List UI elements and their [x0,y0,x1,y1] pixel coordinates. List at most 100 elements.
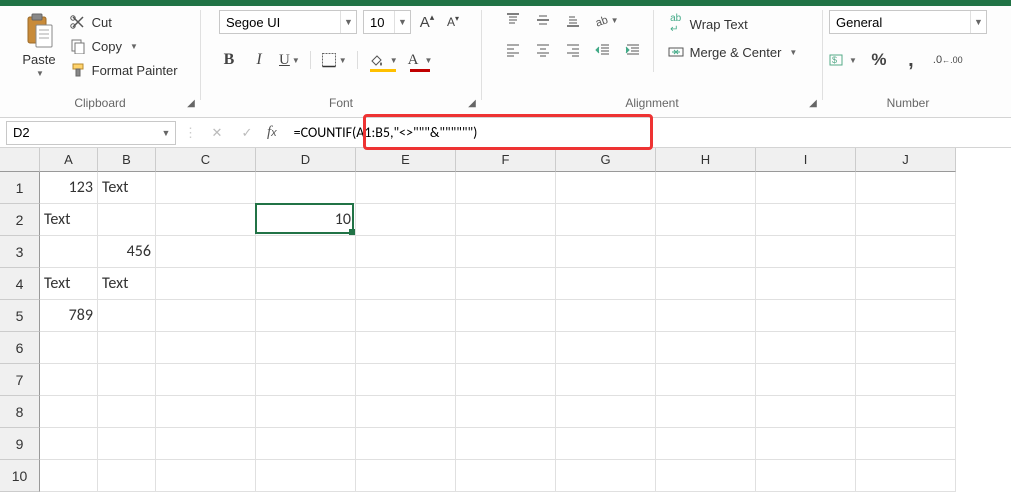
cell[interactable] [656,332,756,364]
cell[interactable] [756,428,856,460]
number-format-combo[interactable]: ▼ [829,10,987,34]
font-color-button[interactable]: A ▼ [408,50,433,70]
cell[interactable] [98,300,156,332]
cell[interactable] [456,204,556,236]
row-header[interactable]: 8 [0,396,40,428]
cell[interactable]: Text [98,172,156,204]
cell[interactable] [556,204,656,236]
cell[interactable] [456,300,556,332]
column-header[interactable]: D [256,148,356,172]
orientation-button[interactable]: ab▼ [593,10,619,30]
dialog-launcher-clipboard[interactable]: ◢ [184,96,198,110]
cell[interactable] [98,204,156,236]
cell[interactable] [656,428,756,460]
cell[interactable] [456,428,556,460]
wrap-text-button[interactable]: ab↵ Wrap Text [664,14,802,34]
cell[interactable] [456,268,556,300]
column-header[interactable]: J [856,148,956,172]
name-box-input[interactable] [7,125,157,140]
cell[interactable] [856,332,956,364]
cell[interactable] [656,172,756,204]
font-name-input[interactable] [220,11,340,33]
dialog-launcher-font[interactable]: ◢ [465,96,479,110]
cell[interactable]: Text [98,268,156,300]
dialog-launcher-alignment[interactable]: ◢ [806,96,820,110]
cell[interactable] [40,428,98,460]
chevron-down-icon[interactable]: ▼ [340,11,356,33]
cell[interactable] [456,236,556,268]
cell[interactable] [856,364,956,396]
align-top-button[interactable] [503,10,523,30]
cell[interactable] [156,236,256,268]
cell[interactable] [156,460,256,492]
cell[interactable] [156,332,256,364]
cell[interactable] [856,460,956,492]
cell[interactable] [756,332,856,364]
cell[interactable] [356,396,456,428]
increase-decimal-button[interactable]: .0←.00 [933,50,963,70]
cell[interactable] [456,396,556,428]
cell[interactable] [556,396,656,428]
cell[interactable] [156,396,256,428]
fill-color-button[interactable]: ▼ [368,50,398,70]
chevron-down-icon[interactable]: ▼ [157,128,175,138]
cell[interactable] [856,428,956,460]
cell[interactable] [40,364,98,396]
column-header[interactable]: B [98,148,156,172]
decrease-indent-button[interactable] [593,40,613,60]
align-center-button[interactable] [533,40,553,60]
cell[interactable]: 123 [40,172,98,204]
row-header[interactable]: 1 [0,172,40,204]
align-right-button[interactable] [563,40,583,60]
column-header[interactable]: C [156,148,256,172]
cell[interactable] [256,268,356,300]
cell[interactable] [856,396,956,428]
align-left-button[interactable] [503,40,523,60]
cell[interactable] [98,332,156,364]
cell[interactable] [656,300,756,332]
cell[interactable]: 456 [98,236,156,268]
cell[interactable] [756,204,856,236]
cell[interactable] [756,172,856,204]
cell[interactable] [456,460,556,492]
cell[interactable]: Text [40,204,98,236]
cut-button[interactable]: Cut [66,12,182,32]
cell[interactable] [656,204,756,236]
row-header[interactable]: 6 [0,332,40,364]
cell[interactable] [356,300,456,332]
cell[interactable] [756,364,856,396]
merge-center-button[interactable]: Merge & Center ▼ [664,42,802,62]
cell[interactable] [98,428,156,460]
row-header[interactable]: 9 [0,428,40,460]
increase-font-button[interactable]: A▴ [417,12,437,32]
cell[interactable] [356,236,456,268]
font-size-combo[interactable]: ▼ [363,10,411,34]
cell[interactable] [756,268,856,300]
comma-button[interactable]: , [901,50,921,70]
cell[interactable] [256,460,356,492]
chevron-down-icon[interactable]: ▼ [970,11,986,33]
number-format-input[interactable] [830,11,970,33]
cell[interactable] [356,364,456,396]
cell[interactable] [156,428,256,460]
cell[interactable] [556,268,656,300]
select-all-corner[interactable] [0,148,40,172]
cell[interactable] [256,172,356,204]
cell[interactable] [256,236,356,268]
cell[interactable] [356,460,456,492]
cell[interactable] [40,236,98,268]
format-painter-button[interactable]: Format Painter [66,60,182,80]
row-header[interactable]: 5 [0,300,40,332]
cell[interactable] [356,172,456,204]
cell[interactable]: 789 [40,300,98,332]
cell[interactable] [356,204,456,236]
accounting-format-button[interactable]: $ ▼ [829,50,857,70]
cell[interactable] [40,460,98,492]
cell[interactable] [756,396,856,428]
align-bottom-button[interactable] [563,10,583,30]
italic-button[interactable]: I [249,50,269,70]
cell[interactable] [856,300,956,332]
cell[interactable]: Text [40,268,98,300]
row-header[interactable]: 3 [0,236,40,268]
cell[interactable] [856,268,956,300]
